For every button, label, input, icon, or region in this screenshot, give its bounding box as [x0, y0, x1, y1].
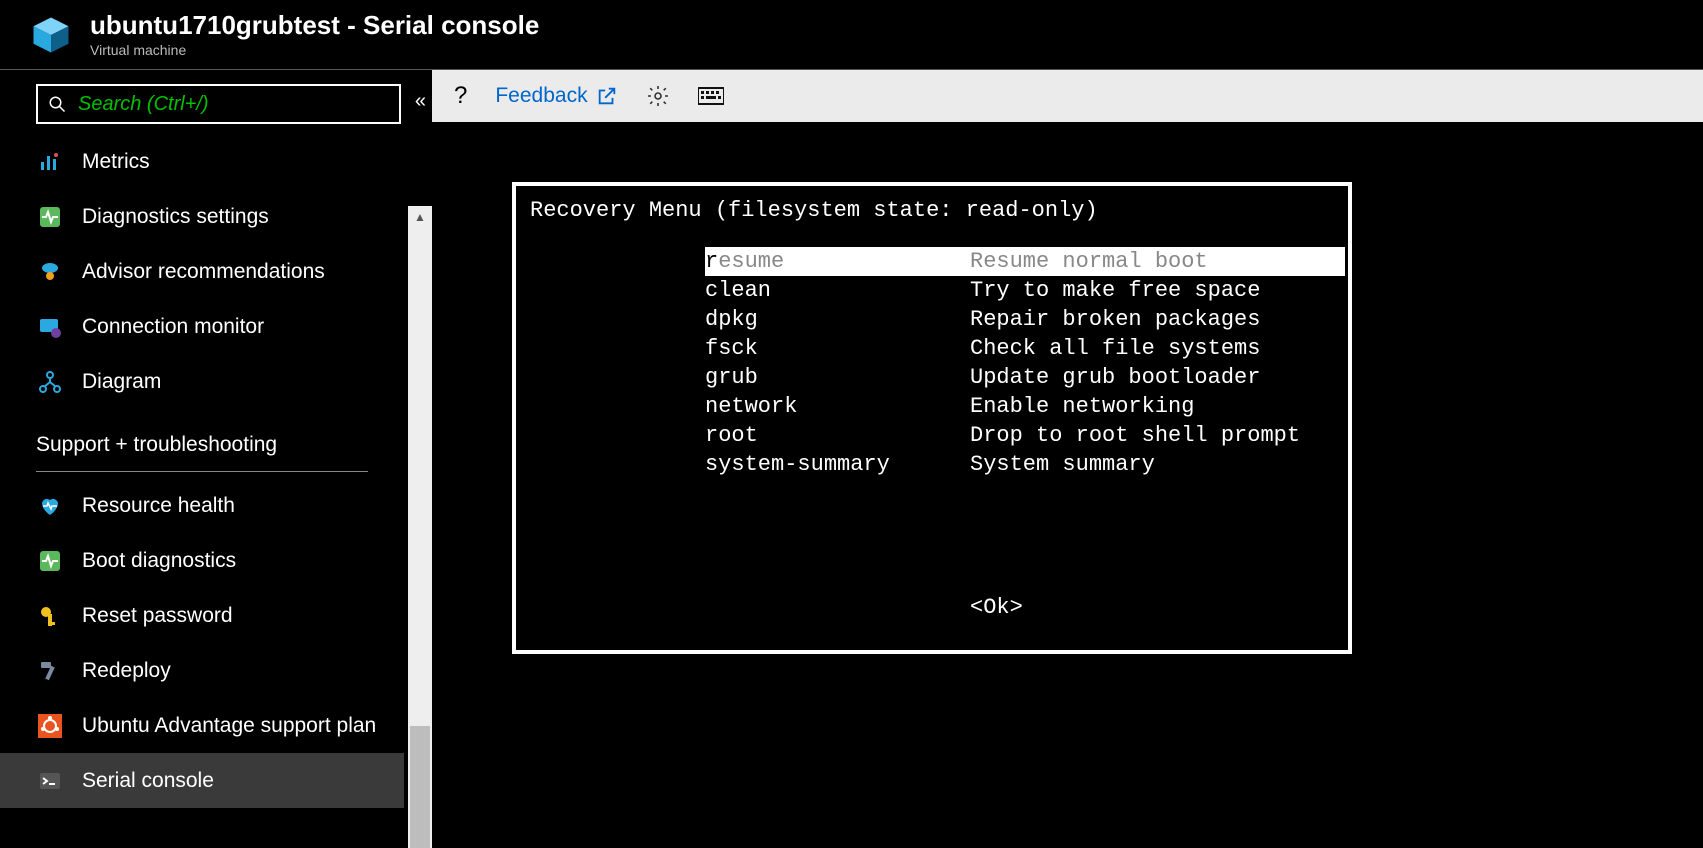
- recovery-menu-key: root: [705, 421, 970, 450]
- external-link-icon: [596, 85, 618, 107]
- sidebar-item-label: Boot diagnostics: [82, 549, 236, 573]
- recovery-menu-item[interactable]: cleanTry to make free space: [705, 276, 1345, 305]
- collapse-sidebar-button[interactable]: «: [415, 90, 426, 113]
- page-title: ubuntu1710grubtest - Serial console: [90, 11, 539, 40]
- gear-icon: [646, 84, 670, 108]
- feedback-label: Feedback: [495, 84, 587, 108]
- sidebar-item-connection-monitor[interactable]: Connection monitor: [0, 299, 404, 354]
- serial-console-output[interactable]: Recovery Menu (filesystem state: read-on…: [432, 122, 1703, 848]
- sidebar: « Metrics Diagnostics settings: [0, 70, 432, 848]
- terminal-title: Recovery Menu (filesystem state: read-on…: [530, 196, 1334, 225]
- sidebar-item-advisor[interactable]: Advisor recommendations: [0, 244, 404, 299]
- recovery-menu-key: clean: [705, 276, 970, 305]
- settings-button[interactable]: [646, 84, 670, 108]
- recovery-menu-desc: Update grub bootloader: [970, 363, 1260, 392]
- search-input[interactable]: [78, 93, 389, 116]
- recovery-menu-desc: System summary: [970, 450, 1155, 479]
- console-icon: [36, 767, 64, 795]
- vm-cube-icon: [30, 14, 72, 56]
- recovery-menu-item[interactable]: resumeResume normal boot: [705, 247, 1345, 276]
- recovery-menu: resumeResume normal bootcleanTry to make…: [705, 247, 1345, 479]
- sidebar-item-label: Serial console: [82, 769, 214, 793]
- diagram-icon: [36, 368, 64, 396]
- keyboard-icon: [698, 86, 724, 106]
- recovery-menu-desc: Resume normal boot: [970, 247, 1208, 276]
- sidebar-item-label: Resource health: [82, 494, 235, 518]
- sidebar-scrollbar[interactable]: ▲: [408, 206, 432, 848]
- page-subtitle: Virtual machine: [90, 42, 539, 58]
- sidebar-item-label: Reset password: [82, 604, 233, 628]
- boot-diagnostics-icon: [36, 547, 64, 575]
- sidebar-item-label: Diagram: [82, 370, 161, 394]
- terminal-ok[interactable]: <Ok>: [970, 593, 1334, 622]
- sidebar-item-label: Redeploy: [82, 659, 171, 683]
- metrics-icon: [36, 148, 64, 176]
- sidebar-item-diagram[interactable]: Diagram: [0, 354, 404, 409]
- recovery-menu-desc: Try to make free space: [970, 276, 1260, 305]
- recovery-menu-desc: Enable networking: [970, 392, 1194, 421]
- recovery-menu-key: fsck: [705, 334, 970, 363]
- help-button[interactable]: ?: [454, 82, 467, 110]
- toolbar: ? Feedback: [432, 70, 1703, 122]
- recovery-menu-key: system-summary: [705, 450, 970, 479]
- recovery-menu-item[interactable]: dpkgRepair broken packages: [705, 305, 1345, 334]
- sidebar-item-metrics[interactable]: Metrics: [0, 134, 404, 189]
- sidebar-item-boot-diagnostics[interactable]: Boot diagnostics: [0, 533, 404, 588]
- feedback-link[interactable]: Feedback: [495, 84, 617, 108]
- nav-list: Metrics Diagnostics settings Advisor rec…: [0, 134, 432, 808]
- scroll-up-arrow-icon[interactable]: ▲: [408, 206, 432, 228]
- recovery-menu-item[interactable]: networkEnable networking: [705, 392, 1345, 421]
- hammer-icon: [36, 657, 64, 685]
- ubuntu-icon: [36, 712, 64, 740]
- connection-monitor-icon: [36, 313, 64, 341]
- sidebar-item-serial-console[interactable]: Serial console: [0, 753, 404, 808]
- sidebar-item-ubuntu-advantage[interactable]: Ubuntu Advantage support plan: [0, 698, 404, 753]
- advisor-icon: [36, 258, 64, 286]
- sidebar-item-label: Ubuntu Advantage support plan: [82, 714, 376, 738]
- recovery-menu-item[interactable]: rootDrop to root shell prompt: [705, 421, 1345, 450]
- sidebar-section-header: Support + troubleshooting: [0, 409, 404, 465]
- sidebar-item-reset-password[interactable]: Reset password: [0, 588, 404, 643]
- sidebar-item-redeploy[interactable]: Redeploy: [0, 643, 404, 698]
- key-icon: [36, 602, 64, 630]
- sidebar-item-label: Connection monitor: [82, 315, 264, 339]
- recovery-menu-item[interactable]: grubUpdate grub bootloader: [705, 363, 1345, 392]
- recovery-menu-desc: Repair broken packages: [970, 305, 1260, 334]
- recovery-menu-item[interactable]: system-summarySystem summary: [705, 450, 1345, 479]
- recovery-menu-key: resume: [705, 247, 970, 276]
- recovery-menu-key: dpkg: [705, 305, 970, 334]
- main-area: ? Feedback: [432, 70, 1703, 848]
- divider: [36, 471, 368, 472]
- heart-icon: [36, 492, 64, 520]
- sidebar-item-resource-health[interactable]: Resource health: [0, 478, 404, 533]
- search-icon: [48, 95, 66, 113]
- recovery-menu-desc: Check all file systems: [970, 334, 1260, 363]
- recovery-menu-key: grub: [705, 363, 970, 392]
- sidebar-item-label: Metrics: [82, 150, 150, 174]
- recovery-menu-key: network: [705, 392, 970, 421]
- sidebar-item-label: Diagnostics settings: [82, 205, 269, 229]
- page-header: ubuntu1710grubtest - Serial console Virt…: [0, 0, 1703, 70]
- scrollbar-thumb[interactable]: [410, 726, 430, 848]
- search-box[interactable]: [36, 84, 401, 124]
- sidebar-item-label: Advisor recommendations: [82, 260, 325, 284]
- diagnostics-icon: [36, 203, 64, 231]
- terminal-frame: Recovery Menu (filesystem state: read-on…: [512, 182, 1352, 654]
- sidebar-item-diagnostics-settings[interactable]: Diagnostics settings: [0, 189, 404, 244]
- keyboard-button[interactable]: [698, 86, 724, 106]
- recovery-menu-item[interactable]: fsckCheck all file systems: [705, 334, 1345, 363]
- recovery-menu-desc: Drop to root shell prompt: [970, 421, 1300, 450]
